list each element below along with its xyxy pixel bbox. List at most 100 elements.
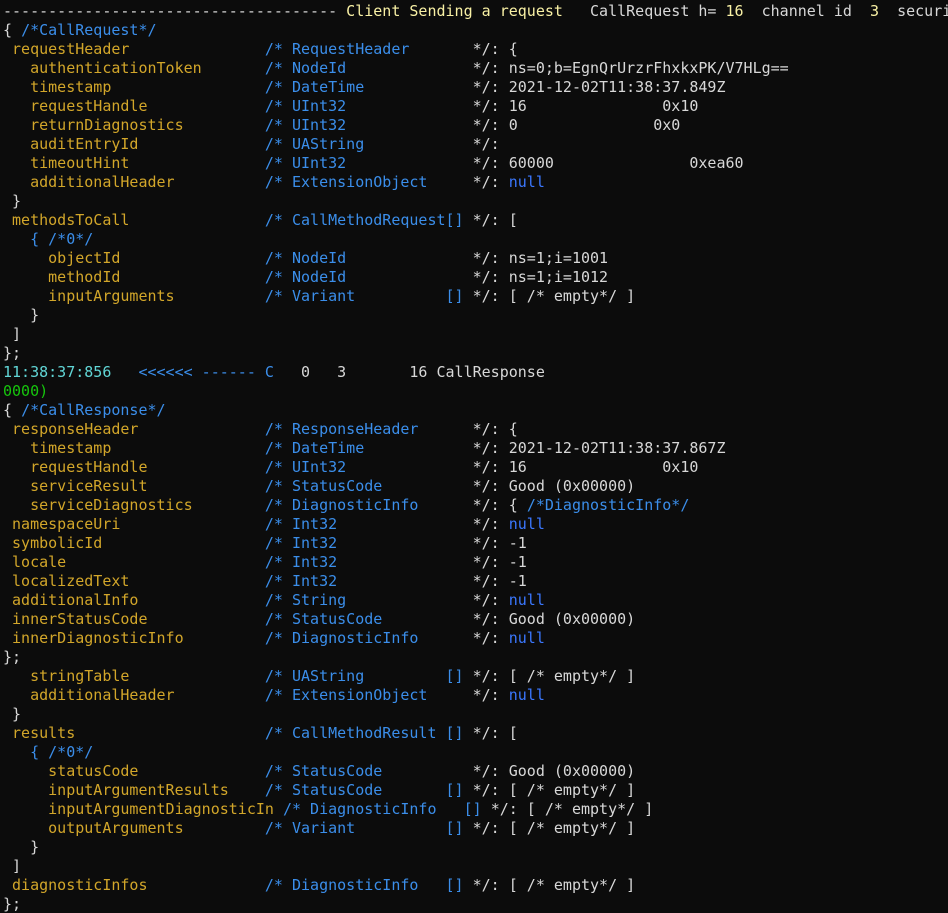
terminal-text: /* DiagnosticInfo [264,629,473,647]
terminal-text: locale [12,553,67,571]
terminal-line: additionalHeader /* ExtensionObject */: … [3,173,545,192]
terminal-text: */: [ [472,724,518,742]
terminal-text: */: 16 0x10 [472,458,699,476]
terminal-text: */: { [472,420,518,438]
terminal-text: 0000) [3,382,49,400]
terminal-text: responseHeader [12,420,139,438]
terminal-text: /* DiagnosticInfo [264,496,473,514]
terminal-line: 0000) [3,382,48,401]
terminal-text: /* CallMethodRequest[] [264,211,473,229]
terminal-text: inputArguments [48,287,175,305]
terminal-line: innerDiagnosticInfo /* DiagnosticInfo */… [3,629,545,648]
terminal-text: */: ns=0;b=EgnQrUrzrFhxkxPK/V7HLg== [472,59,789,77]
terminal-text: symbolicId [12,534,103,552]
terminal-text: additionalHeader [30,173,175,191]
terminal-text: */: 2021-12-02T11:38:37.867Z [472,439,726,457]
terminal-text: timestamp [30,439,112,457]
terminal-text: } [3,192,22,210]
terminal-text: 11:38:37:856 [3,363,139,381]
terminal-text: { /*0*/ [30,743,94,761]
terminal-text: /* UInt32 [264,458,473,476]
terminal-text: */: 16 0x10 [472,97,699,115]
terminal-text: /* StatusCode [] [264,781,473,799]
terminal-text: { [3,21,22,39]
terminal-text: /* ExtensionObject [264,173,473,191]
terminal-text: /* StatusCode [264,762,473,780]
terminal-text: */: 0 0x0 [472,116,681,134]
terminal-text: requestHandle [30,97,148,115]
terminal-line: }; [3,648,21,667]
terminal-text: additionalHeader [30,686,175,704]
terminal-line: serviceDiagnostics /* DiagnosticInfo */:… [3,496,689,515]
terminal-text: CallRequest h= [590,2,726,20]
terminal-line: objectId /* NodeId */: ns=1;i=1001 [3,249,608,268]
terminal-line: additionalHeader /* ExtensionObject */: … [3,686,545,705]
terminal-text: null [508,515,545,533]
terminal-text: 0 3 16 CallResponse [273,363,545,381]
terminal-line: statusCode /* StatusCode */: Good (0x000… [3,762,635,781]
terminal-line: namespaceUri /* Int32 */: null [3,515,545,534]
terminal-line: outputArguments /* Variant [] */: [ /* e… [3,819,635,838]
terminal-text: { /*0*/ [30,230,94,248]
terminal-line: responseHeader /* ResponseHeader */: { [3,420,518,439]
terminal-text: statusCode [48,762,139,780]
terminal-line: ------------------------------------- Cl… [3,2,948,21]
terminal-text: */: [ /* empty*/ ] [472,876,636,894]
terminal-line: { /*CallResponse*/ [3,401,166,420]
terminal-text: /* CallMethodResult [] [264,724,473,742]
terminal-text: */: ns=1;i=1012 [472,268,609,286]
terminal-line: symbolicId /* Int32 */: -1 [3,534,527,553]
terminal-text: <<<<<< ------ C [138,363,274,381]
terminal-text: */: [472,135,500,153]
terminal-text: results [12,724,76,742]
terminal-text: 3 [869,2,880,20]
terminal-text: */: -1 [472,553,527,571]
terminal-output[interactable]: ------------------------------------- Cl… [0,0,948,913]
terminal-text: /* DiagnosticInfo [] [282,800,491,818]
terminal-line: ] [3,325,21,344]
terminal-line: requestHandle /* UInt32 */: 16 0x10 [3,458,698,477]
terminal-text: */: ns=1;i=1001 [472,249,609,267]
terminal-text: */: -1 [472,572,527,590]
terminal-line: innerStatusCode /* StatusCode */: Good (… [3,610,635,629]
terminal-line: localizedText /* Int32 */: -1 [3,572,527,591]
terminal-text: */: [ /* empty*/ ] [472,781,636,799]
terminal-text: /* ResponseHeader [264,420,473,438]
terminal-text: objectId [48,249,121,267]
terminal-text: */: 2021-12-02T11:38:37.849Z [472,78,726,96]
terminal-text: */: [ /* empty*/ ] [472,667,636,685]
terminal-line: timeoutHint /* UInt32 */: 60000 0xea60 [3,154,743,173]
terminal-line: } [3,838,39,857]
terminal-text: /* String [264,591,473,609]
terminal-line: methodsToCall /* CallMethodRequest[] */:… [3,211,518,230]
terminal-text: /* Variant [] [264,287,473,305]
terminal-line: } [3,306,39,325]
terminal-text: inputArgumentDiagnosticIn [48,800,274,818]
terminal-line: diagnosticInfos /* DiagnosticInfo [] */:… [3,876,635,895]
terminal-text: { [3,401,22,419]
terminal-text: } [3,838,40,856]
terminal-text: /* Int32 [264,534,473,552]
terminal-text: */: { [472,40,518,58]
